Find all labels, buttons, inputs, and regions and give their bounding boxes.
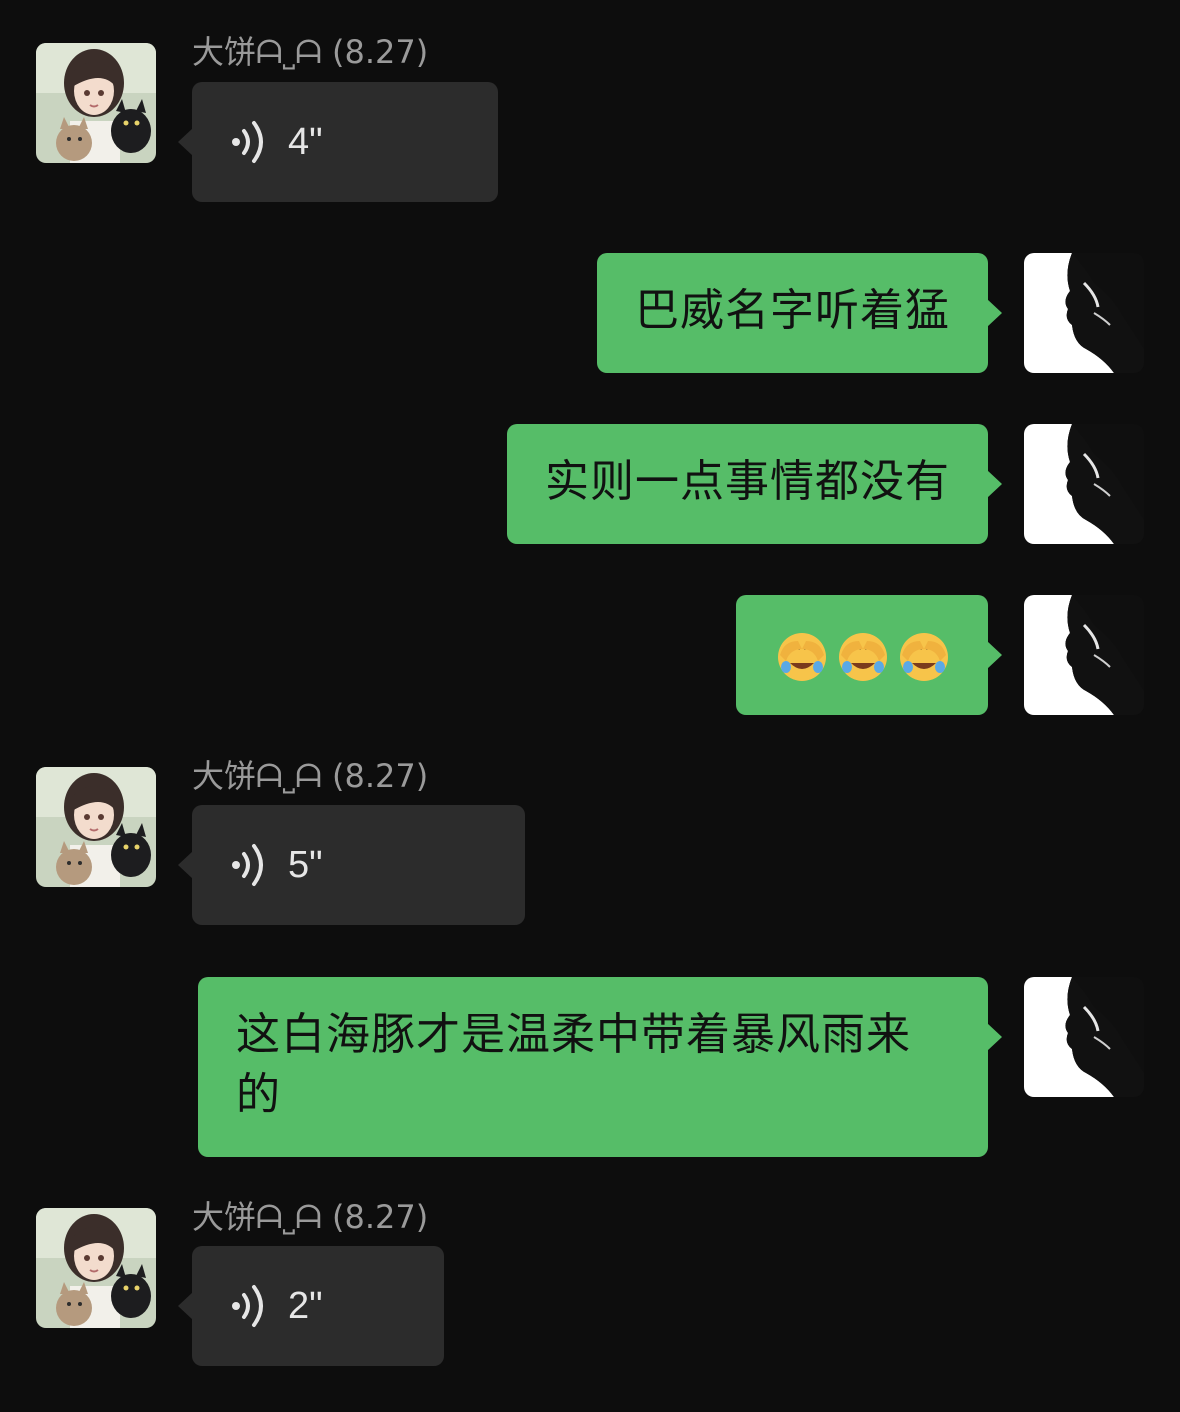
voice-message-bubble[interactable]: 5" xyxy=(178,805,525,925)
voice-message-bubble[interactable]: 4" xyxy=(178,82,498,202)
voice-duration: 5" xyxy=(288,843,323,886)
silhouette-profile-avatar-icon xyxy=(1024,595,1144,715)
my-avatar[interactable] xyxy=(1024,424,1144,544)
text-message-bubble[interactable]: 这白海豚才是温柔中带着暴风雨来的 xyxy=(198,977,1002,1157)
face-palm-crying-emoji-icon xyxy=(835,627,891,683)
silhouette-profile-avatar-icon xyxy=(1024,253,1144,373)
sender-name: 大饼ᗩ˽ᗩ (8.27) xyxy=(192,757,429,795)
silhouette-profile-avatar-icon xyxy=(1024,424,1144,544)
face-palm-crying-emoji-icon xyxy=(896,627,952,683)
text-message-bubble[interactable]: 实则一点事情都没有 xyxy=(507,424,1002,544)
voice-wave-icon xyxy=(230,841,270,889)
sender-name: 大饼ᗩ˽ᗩ (8.27) xyxy=(192,33,429,71)
emoji-message-bubble[interactable] xyxy=(736,595,1002,715)
my-avatar[interactable] xyxy=(1024,977,1144,1097)
anime-girl-with-cats-avatar-icon xyxy=(36,43,156,163)
voice-wave-icon xyxy=(230,118,270,166)
face-palm-crying-emoji-icon xyxy=(774,627,830,683)
chat-message-list[interactable]: 大饼ᗩ˽ᗩ (8.27) 4" 巴威名字听着猛 实则一点事情都没有 大饼ᗩ˽ᗩ … xyxy=(0,0,1180,1412)
voice-duration: 2" xyxy=(288,1284,323,1327)
anime-girl-with-cats-avatar-icon xyxy=(36,1208,156,1328)
text-message-bubble[interactable]: 巴威名字听着猛 xyxy=(597,253,1002,373)
sender-avatar[interactable] xyxy=(36,1208,156,1328)
sender-name: 大饼ᗩ˽ᗩ (8.27) xyxy=(192,1198,429,1236)
message-text: 巴威名字听着猛 xyxy=(635,285,950,336)
anime-girl-with-cats-avatar-icon xyxy=(36,767,156,887)
silhouette-profile-avatar-icon xyxy=(1024,977,1144,1097)
voice-message-bubble[interactable]: 2" xyxy=(178,1246,444,1366)
message-text: 实则一点事情都没有 xyxy=(545,456,950,507)
my-avatar[interactable] xyxy=(1024,595,1144,715)
message-text: 这白海豚才是温柔中带着暴风雨来的 xyxy=(236,1009,911,1120)
my-avatar[interactable] xyxy=(1024,253,1144,373)
sender-avatar[interactable] xyxy=(36,767,156,887)
voice-wave-icon xyxy=(230,1282,270,1330)
sender-avatar[interactable] xyxy=(36,43,156,163)
voice-duration: 4" xyxy=(288,120,323,163)
